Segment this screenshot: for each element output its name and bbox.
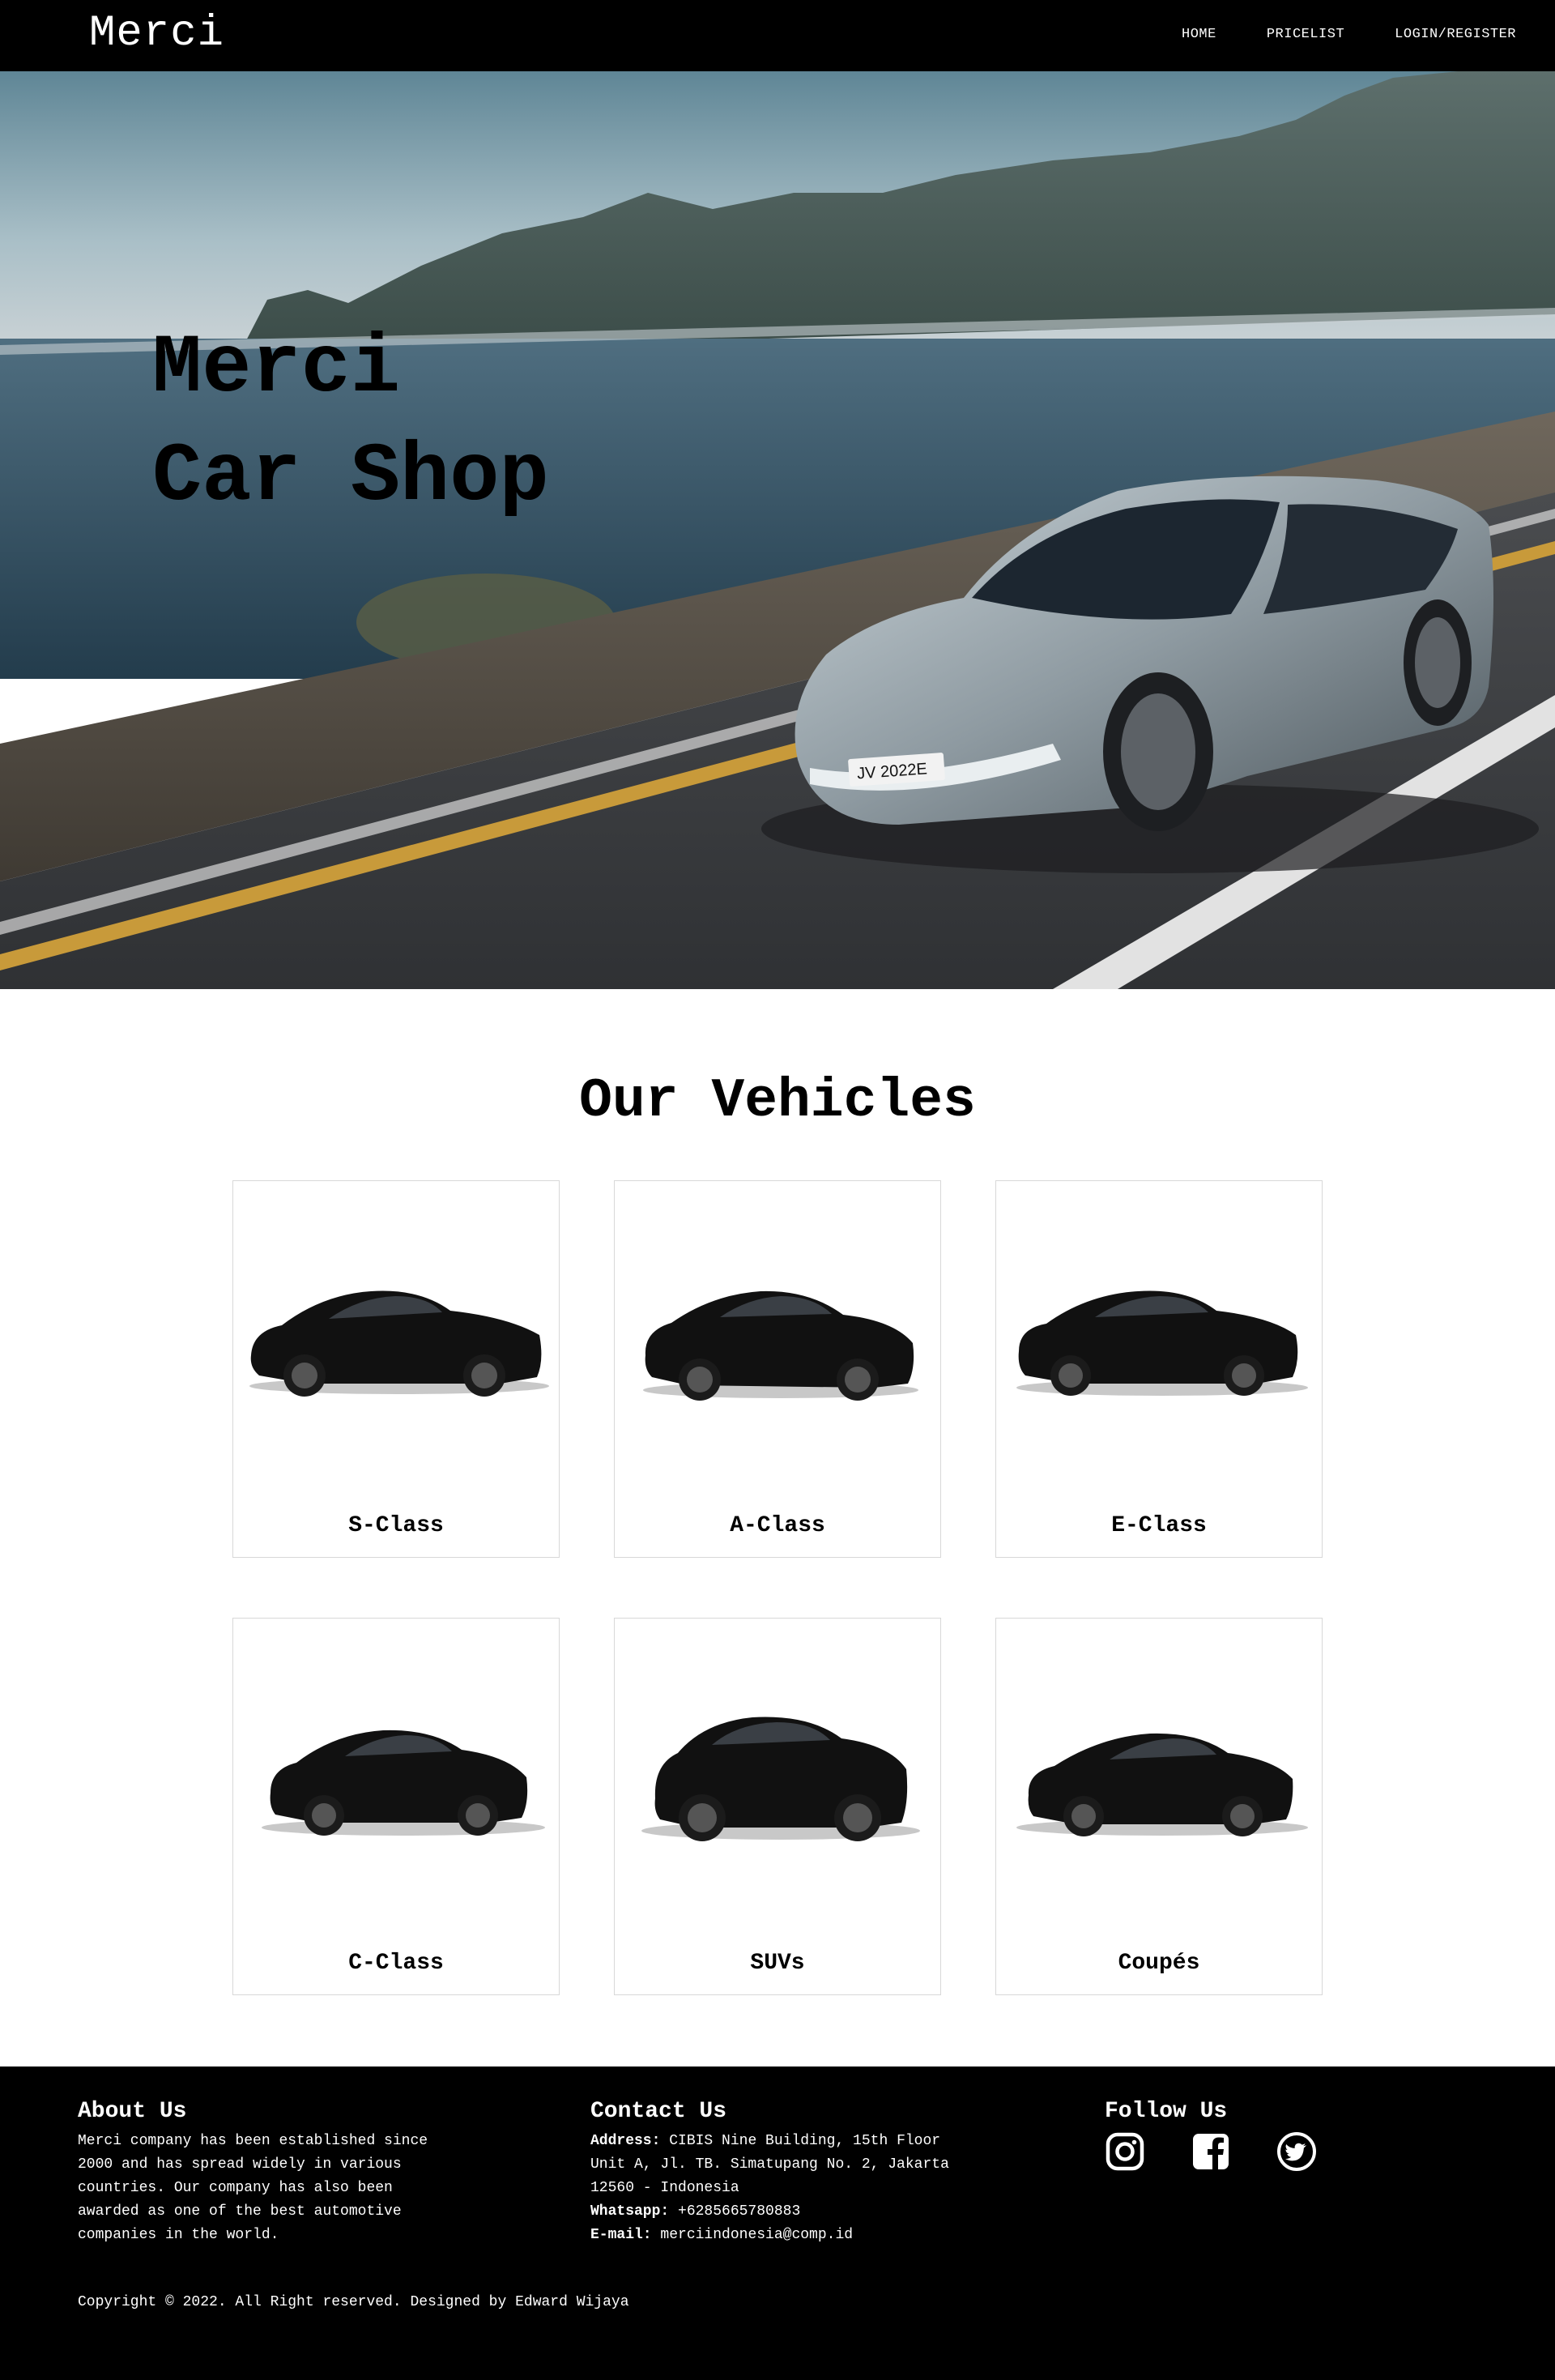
social-icons [1105, 2131, 1429, 2172]
hero-banner: JV 2022E Merci Car Shop [0, 71, 1555, 989]
vehicle-image [1016, 1290, 1308, 1396]
footer-about-line: 2000 and has spread widely in various [78, 2156, 402, 2173]
footer-about-line: awarded as one of the best automotive [78, 2203, 402, 2220]
vehicle-card-coupes[interactable]: Coupés [995, 1618, 1323, 1995]
instagram-icon[interactable] [1105, 2131, 1145, 2172]
footer-about: About Us Merci company has been establis… [78, 2097, 531, 2247]
vehicle-image [641, 1717, 920, 1841]
hero-title-line1: Merci [152, 322, 401, 416]
address-label: Address: [590, 2133, 661, 2149]
vehicle-label: SUVs [750, 1951, 805, 1976]
whatsapp-label: Whatsapp: [590, 2203, 670, 2220]
email-label: E-mail: [590, 2227, 652, 2243]
footer-contact-heading: Contact Us [590, 2099, 727, 2124]
footer-about-heading: About Us [78, 2099, 187, 2124]
nav-link-home[interactable]: HOME [1182, 25, 1216, 45]
footer-about-line: Merci company has been established since [78, 2133, 428, 2149]
footer: About Us Merci company has been establis… [0, 2067, 1555, 2380]
vehicle-label: A-Class [730, 1513, 825, 1538]
vehicle-image [1016, 1733, 1308, 1836]
footer-contact: Contact Us Address: CIBIS Nine Building,… [590, 2097, 1093, 2247]
facebook-icon[interactable] [1191, 2131, 1231, 2172]
twitter-icon[interactable] [1276, 2131, 1317, 2172]
vehicle-label: C-Class [348, 1951, 444, 1976]
footer-email: E-mail: merciindonesia@comp.id [590, 2224, 1093, 2247]
vehicle-image [643, 1290, 918, 1401]
address-value: CIBIS Nine Building, 15th Floor [660, 2133, 941, 2149]
footer-address-line3: 12560 - Indonesia [590, 2180, 739, 2196]
nav-link-pricelist[interactable]: PRICELIST [1267, 25, 1344, 45]
whatsapp-value[interactable]: +6285665780883 [669, 2203, 800, 2220]
vehicle-label: Coupés [1118, 1951, 1200, 1976]
footer-about-line: companies in the world. [78, 2227, 279, 2243]
footer-whatsapp: Whatsapp: +6285665780883 [590, 2200, 1093, 2224]
hero-title: Merci Car Shop [152, 314, 549, 531]
vehicle-card-suvs[interactable]: SUVs [614, 1618, 941, 1995]
vehicle-label: E-Class [1111, 1513, 1207, 1538]
vehicle-image [249, 1290, 549, 1397]
footer-about-line: countries. Our company has also been [78, 2180, 393, 2196]
vehicle-card-a-class[interactable]: A-Class [614, 1180, 941, 1558]
footer-address-line2: Unit A, Jl. TB. Simatupang No. 2, Jakart… [590, 2156, 949, 2173]
footer-copyright: Copyright © 2022. All Right reserved. De… [78, 2294, 629, 2310]
footer-address-line1: Address: CIBIS Nine Building, 15th Floor [590, 2130, 1093, 2153]
nav-links: HOME PRICELIST LOGIN/REGISTER [1182, 25, 1516, 45]
footer-follow: Follow Us [1105, 2097, 1429, 2172]
navbar: Merci HOME PRICELIST LOGIN/REGISTER [0, 0, 1555, 71]
section-title-vehicles: Our Vehicles [579, 1070, 976, 1132]
footer-follow-heading: Follow Us [1105, 2099, 1228, 2124]
nav-link-login-register[interactable]: LOGIN/REGISTER [1395, 25, 1516, 45]
vehicle-card-s-class[interactable]: S-Class [232, 1180, 560, 1558]
vehicle-image [262, 1730, 545, 1836]
email-value[interactable]: merciindonesia@comp.id [652, 2227, 853, 2243]
vehicle-card-e-class[interactable]: E-Class [995, 1180, 1323, 1558]
hero-title-line2: Car Shop [152, 430, 549, 524]
brand-logo[interactable]: Merci [89, 8, 224, 60]
vehicle-card-c-class[interactable]: C-Class [232, 1618, 560, 1995]
vehicle-label: S-Class [348, 1513, 444, 1538]
